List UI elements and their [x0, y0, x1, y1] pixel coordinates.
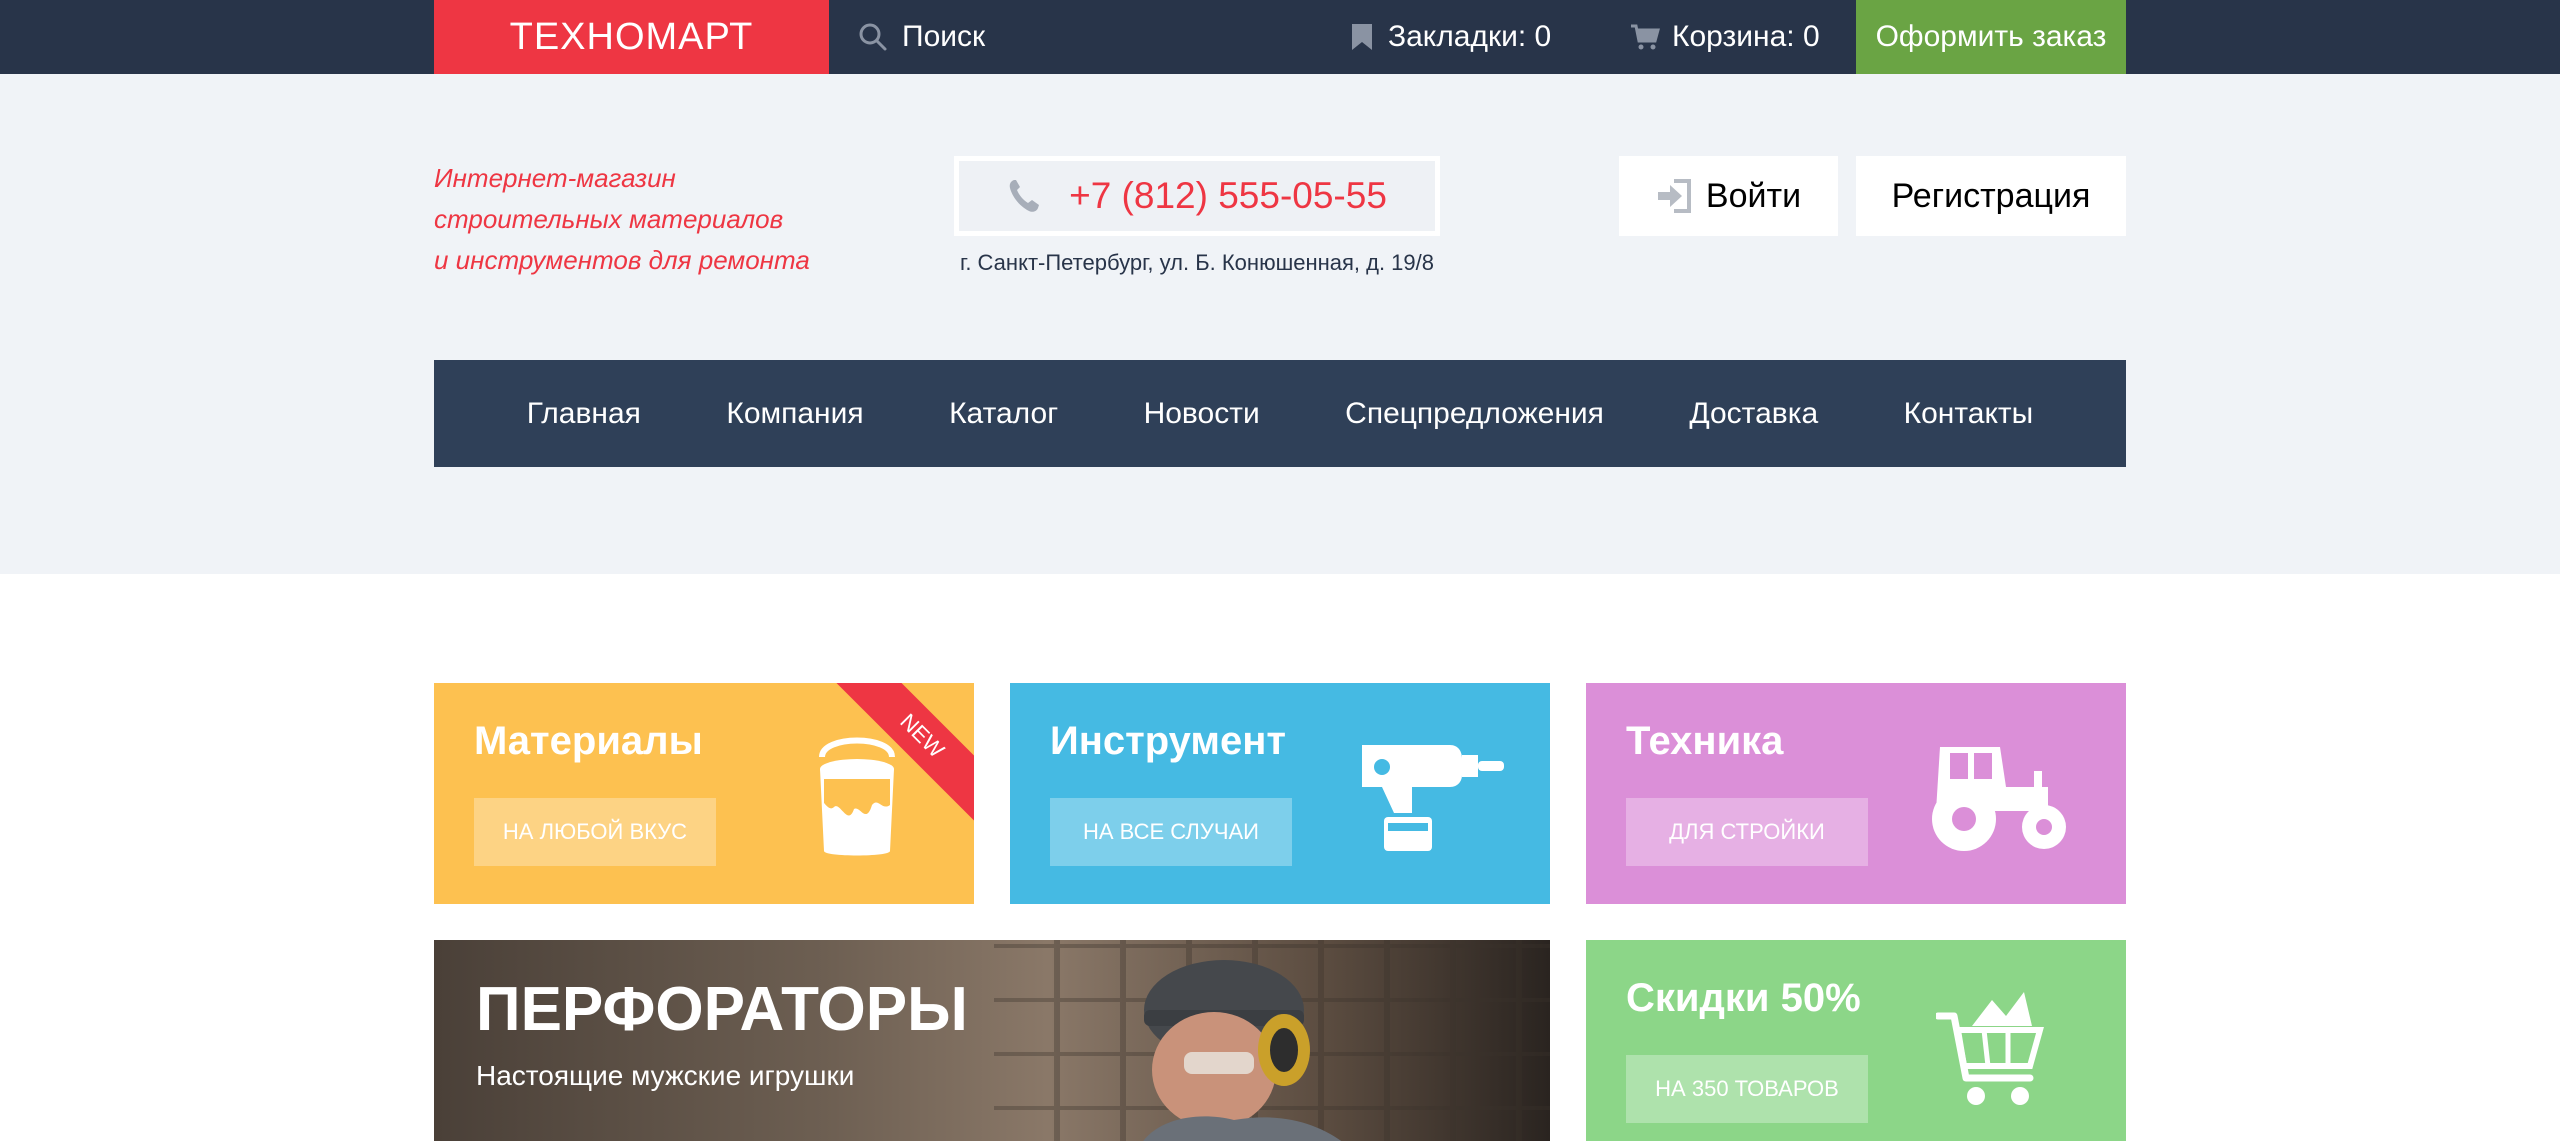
tile-button[interactable]: На все случаи — [1050, 798, 1292, 866]
nav-item-special-offers[interactable]: Спецпредложения — [1345, 397, 1604, 431]
tile-title: Материалы — [474, 719, 703, 763]
tagline-line-2: строительных материалов — [434, 204, 784, 234]
cart-link[interactable]: Корзина: 0 — [1630, 0, 1820, 74]
checkout-button[interactable]: Оформить заказ — [1856, 0, 2126, 74]
promo-title: ПЕРФОРАТОРЫ — [476, 975, 968, 1044]
tagline-line-3: и инструментов для ремонта — [434, 245, 810, 275]
login-icon — [1657, 179, 1691, 213]
shopping-cart-icon — [1936, 992, 2044, 1105]
header: Интернет-магазин строительных материалов… — [0, 74, 2560, 574]
tractor-icon — [1932, 747, 2066, 851]
nav-item-company[interactable]: Компания — [726, 397, 863, 431]
tile-button[interactable]: Для стройки — [1626, 798, 1868, 866]
logo-text: ТЕХНОМАРТ — [509, 15, 754, 58]
register-label: Регистрация — [1891, 176, 2091, 215]
tile-title: Техника — [1626, 719, 1784, 763]
worker-photo — [1143, 960, 1342, 1141]
tagline: Интернет-магазин строительных материалов… — [434, 158, 854, 281]
bookmark-icon — [1352, 24, 1372, 50]
nav-item-home[interactable]: Главная — [527, 397, 641, 431]
category-tile-machinery[interactable]: Техника Для стройки — [1586, 683, 2126, 904]
cart-label: Корзина: 0 — [1672, 20, 1820, 53]
register-button[interactable]: Регистрация — [1856, 156, 2126, 236]
login-label: Войти — [1705, 176, 1802, 215]
top-bar: ТЕХНОМАРТ Поиск Закладки: 0 Корзина: 0 О… — [0, 0, 2560, 83]
category-tile-sale[interactable]: Скидки 50% На 350 товаров — [1586, 940, 2126, 1141]
login-button[interactable]: Войти — [1619, 156, 1838, 236]
tile-title: Скидки 50% — [1626, 976, 1861, 1020]
category-tile-tools[interactable]: Инструмент На все случаи — [1010, 683, 1550, 904]
checkout-label: Оформить заказ — [1875, 20, 2107, 53]
phone-box[interactable]: +7 (812) 555-05-55 — [954, 156, 1440, 236]
bookmarks-label: Закладки: 0 — [1388, 20, 1552, 53]
search-link[interactable]: Поиск — [858, 0, 985, 74]
phone-number: +7 (812) 555-05-55 — [1069, 175, 1387, 216]
nav-item-news[interactable]: Новости — [1144, 397, 1260, 431]
paint-bucket-icon — [819, 737, 895, 856]
drill-icon — [1362, 745, 1504, 851]
tile-button[interactable]: На любой вкус — [474, 798, 716, 866]
nav-item-catalog[interactable]: Каталог — [949, 397, 1058, 431]
bookmarks-link[interactable]: Закладки: 0 — [1350, 0, 1551, 74]
promo-banner[interactable]: ПЕРФОРАТОРЫ Настоящие мужские игрушки — [434, 940, 1550, 1141]
logo[interactable]: ТЕХНОМАРТ — [434, 0, 829, 83]
phone-icon — [1009, 180, 1040, 212]
address: г. Санкт-Петербург, ул. Б. Конюшенная, д… — [959, 250, 1435, 275]
nav-item-contacts[interactable]: Контакты — [1904, 397, 2034, 431]
category-tile-materials[interactable]: Материалы На любой вкус NEW — [434, 683, 974, 904]
cart-icon — [1631, 24, 1660, 50]
nav-item-delivery[interactable]: Доставка — [1689, 397, 1818, 431]
tile-button[interactable]: На 350 товаров — [1626, 1055, 1868, 1123]
tagline-line-1: Интернет-магазин — [434, 163, 676, 193]
main-nav: Главная Компания Каталог Новости Спецпре… — [434, 360, 2126, 467]
search-label: Поиск — [902, 20, 986, 53]
promo-subtitle: Настоящие мужские игрушки — [476, 1060, 855, 1091]
search-icon — [859, 23, 887, 51]
tile-title: Инструмент — [1050, 719, 1286, 763]
